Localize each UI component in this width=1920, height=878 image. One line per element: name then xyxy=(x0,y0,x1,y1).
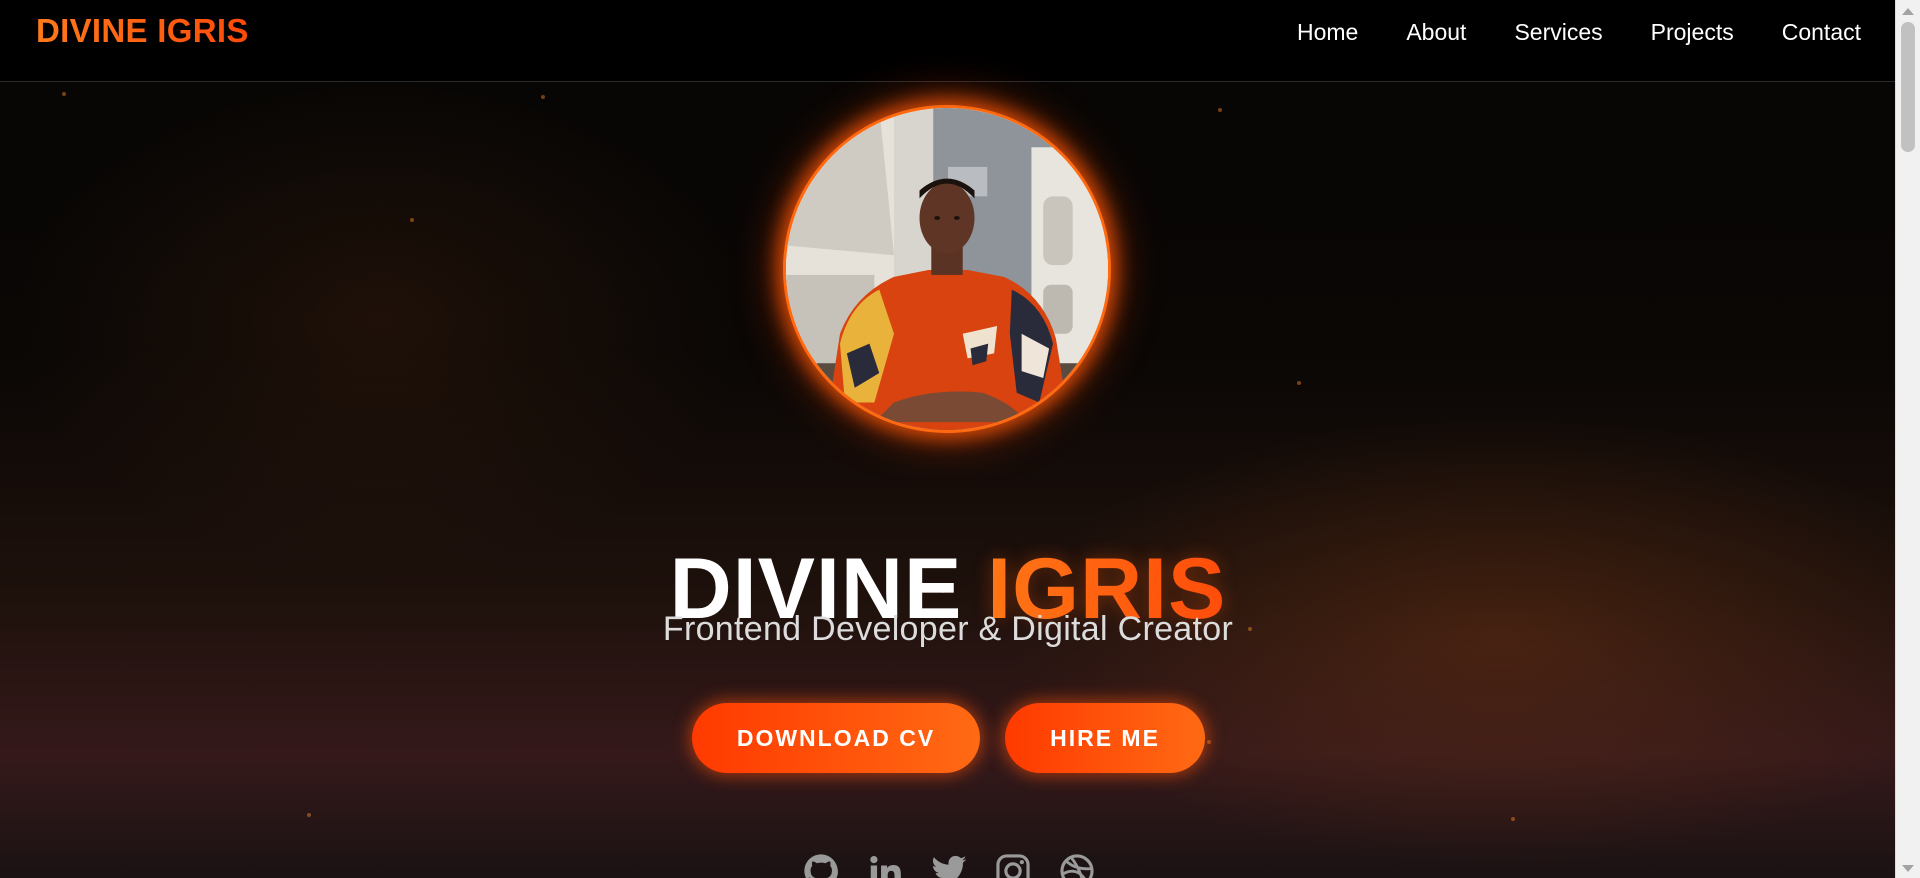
top-navbar: DIVINE IGRIS Home About Services Project… xyxy=(0,0,1896,82)
site-logo[interactable]: DIVINE IGRIS xyxy=(36,12,249,50)
social-links xyxy=(802,852,1096,878)
scrollbar-thumb[interactable] xyxy=(1901,22,1915,152)
nav-link-projects[interactable]: Projects xyxy=(1651,19,1734,46)
nav-link-services[interactable]: Services xyxy=(1514,19,1602,46)
linkedin-icon[interactable] xyxy=(866,852,904,878)
profile-avatar xyxy=(783,105,1111,433)
instagram-icon[interactable] xyxy=(994,852,1032,878)
nav-link-home[interactable]: Home xyxy=(1297,19,1358,46)
particle xyxy=(1511,817,1515,821)
github-icon[interactable] xyxy=(802,852,840,878)
particle xyxy=(307,813,311,817)
profile-photo xyxy=(786,108,1108,430)
scroll-up-arrow-icon[interactable] xyxy=(1902,8,1914,15)
dribbble-icon[interactable] xyxy=(1058,852,1096,878)
hero-subtitle: Frontend Developer & Digital Creator xyxy=(662,610,1234,648)
page: DIVINE IGRIS Home About Services Project… xyxy=(0,0,1920,878)
hire-me-button[interactable]: HIRE ME xyxy=(1005,703,1205,773)
particle xyxy=(1207,740,1211,744)
particle xyxy=(62,92,66,96)
particle xyxy=(541,95,545,99)
download-cv-button[interactable]: DOWNLOAD CV xyxy=(692,703,980,773)
nav-link-contact[interactable]: Contact xyxy=(1782,19,1861,46)
nav-link-about[interactable]: About xyxy=(1406,19,1466,46)
vertical-scrollbar[interactable] xyxy=(1895,0,1920,878)
scroll-down-arrow-icon[interactable] xyxy=(1902,865,1914,872)
particle xyxy=(1218,108,1222,112)
particle xyxy=(410,218,414,222)
twitter-icon[interactable] xyxy=(930,852,968,878)
nav-links: Home About Services Projects Contact xyxy=(1297,19,1861,46)
particle xyxy=(1297,381,1301,385)
